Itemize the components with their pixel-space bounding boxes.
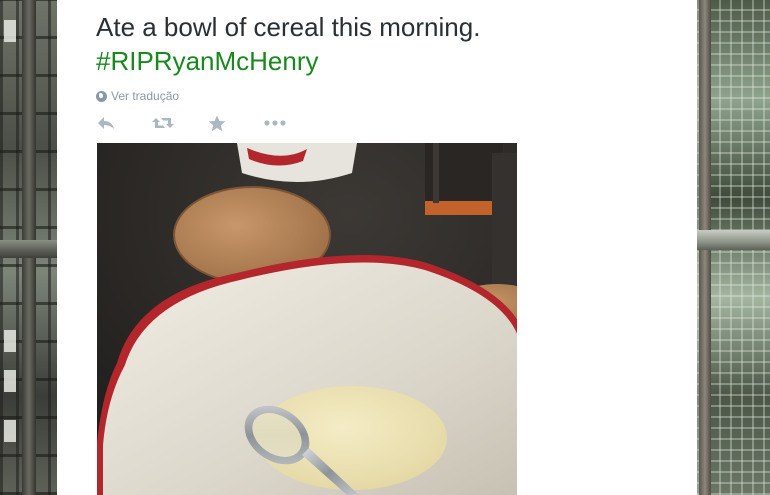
more-icon bbox=[264, 120, 286, 126]
background-photo-right bbox=[697, 0, 770, 495]
globe-icon bbox=[96, 90, 107, 102]
favorite-button[interactable] bbox=[208, 113, 264, 133]
retweet-button[interactable] bbox=[152, 113, 208, 133]
translate-link[interactable]: Ver tradução bbox=[96, 89, 179, 103]
hashtag-link[interactable]: #RIPRyanMcHenry bbox=[96, 44, 656, 78]
retweet-icon bbox=[152, 118, 174, 128]
translate-label: Ver tradução bbox=[111, 89, 180, 103]
reply-icon bbox=[98, 117, 114, 129]
star-icon bbox=[208, 115, 226, 131]
reply-button[interactable] bbox=[96, 113, 152, 133]
tweet-actions bbox=[96, 113, 320, 133]
tweet-card: Ate a bowl of cereal this morning. #RIPR… bbox=[57, 0, 697, 495]
cereal-bowl-image bbox=[97, 143, 517, 495]
tweet-body: Ate a bowl of cereal this morning. bbox=[96, 12, 481, 42]
tweet-photo[interactable] bbox=[97, 143, 517, 495]
background-photo-left bbox=[0, 0, 57, 495]
tweet-text: Ate a bowl of cereal this morning. #RIPR… bbox=[96, 10, 656, 78]
more-button[interactable] bbox=[264, 113, 320, 133]
